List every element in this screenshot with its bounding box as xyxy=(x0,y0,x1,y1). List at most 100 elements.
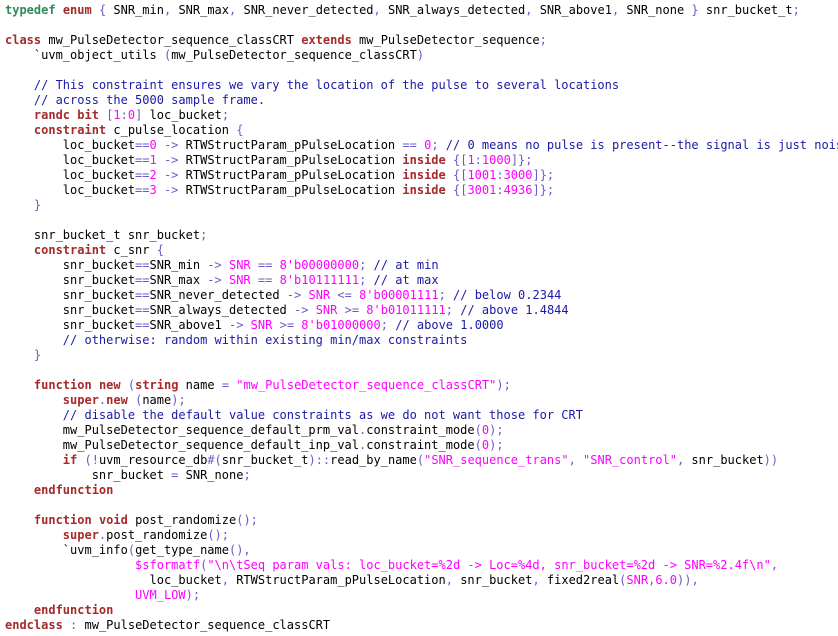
code-token-num: 1001 xyxy=(467,168,497,182)
code-token-op: #( xyxy=(207,453,222,467)
code-token-kw: endfunction xyxy=(33,483,114,497)
code-line[interactable]: snr_bucket==SNR_never_detected -> SNR <=… xyxy=(0,288,838,303)
code-line[interactable]: loc_bucket==1 -> RTWStructParam_pPulseLo… xyxy=(0,153,838,168)
code-token-plain: RTWStructParam_pPulseLocation xyxy=(185,153,403,167)
code-token-kw: super xyxy=(62,393,99,407)
code-line[interactable]: function void post_randomize(); xyxy=(0,513,838,528)
code-token-num: UVM_LOW xyxy=(135,588,186,602)
code-line[interactable] xyxy=(0,63,838,78)
code-token-op: -> xyxy=(294,303,316,317)
code-token-plain: uvm_resource_db xyxy=(98,453,208,467)
code-line[interactable]: snr_bucket==SNR_always_detected -> SNR >… xyxy=(0,303,838,318)
code-line[interactable]: `uvm_info(get_type_name(), xyxy=(0,543,838,558)
code-line[interactable]: typedef enum { SNR_min, SNR_max, SNR_nev… xyxy=(0,3,838,18)
code-token-string: "SNR_sequence_trans" xyxy=(424,453,569,467)
code-line[interactable]: class mw_PulseDetector_sequence_classCRT… xyxy=(0,33,838,48)
code-line[interactable] xyxy=(0,498,838,513)
code-line[interactable]: // This constraint ensures we vary the l… xyxy=(0,78,838,93)
code-token-plain: mw_PulseDetector_sequence_classCRT xyxy=(77,618,331,632)
code-token-op: (); xyxy=(207,528,229,542)
code-token-kw: bit xyxy=(77,108,99,122)
code-token-op: == xyxy=(135,153,150,167)
code-token-plain: snr_bucket xyxy=(452,573,533,587)
code-token-op: -> xyxy=(156,168,186,182)
code-token-kw: enum xyxy=(62,3,92,17)
code-token-plain: name xyxy=(142,393,172,407)
code-line[interactable]: endclass : mw_PulseDetector_sequence_cla… xyxy=(0,618,838,633)
code-token-num: 1000 xyxy=(481,153,511,167)
code-token-op: , xyxy=(691,573,699,587)
code-line[interactable]: snr_bucket==SNR_min -> SNR == 8'b0000000… xyxy=(0,258,838,273)
code-token-num: 3001 xyxy=(467,183,497,197)
code-line[interactable]: loc_bucket, RTWStructParam_pPulseLocatio… xyxy=(0,573,838,588)
code-line[interactable]: constraint c_snr { xyxy=(0,243,838,258)
code-token-plain: SNR_none xyxy=(178,468,244,482)
code-token-comment: // disable the default value constraints… xyxy=(5,408,583,422)
code-line[interactable]: endfunction xyxy=(0,603,838,618)
code-line[interactable]: snr_bucket = SNR_none; xyxy=(0,468,838,483)
code-token-op: -> xyxy=(228,318,251,332)
code-token-op: , xyxy=(568,453,584,467)
code-line[interactable]: UVM_LOW); xyxy=(0,588,838,603)
code-token-plain: post_randomize xyxy=(106,528,208,542)
code-token-plain: RTWStructParam_pPulseLocation xyxy=(185,138,403,152)
code-token-op: ); xyxy=(496,378,511,392)
code-token-op: -> xyxy=(286,288,309,302)
code-token-plain: mw_PulseDetector_sequence_default_prm_va… xyxy=(5,423,360,437)
code-line[interactable]: loc_bucket==0 -> RTWStructParam_pPulseLo… xyxy=(0,138,838,153)
code-token-plain: `uvm_object_utils xyxy=(5,48,164,62)
code-line[interactable]: endfunction xyxy=(0,483,838,498)
code-line[interactable]: super.post_randomize(); xyxy=(0,528,838,543)
code-line[interactable]: snr_bucket_t snr_bucket; xyxy=(0,228,838,243)
code-line[interactable]: // disable the default value constraints… xyxy=(0,408,838,423)
code-line[interactable]: mw_PulseDetector_sequence_default_prm_va… xyxy=(0,423,838,438)
code-line[interactable]: loc_bucket==2 -> RTWStructParam_pPulseLo… xyxy=(0,168,838,183)
code-line[interactable]: if (!uvm_resource_db#(snr_bucket_t)::rea… xyxy=(0,453,838,468)
code-line[interactable]: `uvm_object_utils (mw_PulseDetector_sequ… xyxy=(0,48,838,63)
code-line[interactable]: randc bit [1:0] loc_bucket; xyxy=(0,108,838,123)
code-token-op: == xyxy=(135,303,150,317)
code-token-op: ); xyxy=(489,423,504,437)
code-editor[interactable]: typedef enum { SNR_min, SNR_max, SNR_nev… xyxy=(0,0,838,636)
code-line[interactable]: } xyxy=(0,348,838,363)
code-token-plain: snr_bucket xyxy=(5,303,136,317)
code-token-op: ( xyxy=(474,438,482,452)
code-line[interactable]: $sformatf("\n\tSeq param vals: loc_bucke… xyxy=(0,558,838,573)
code-line[interactable] xyxy=(0,18,838,33)
code-line[interactable]: constraint c_pulse_location { xyxy=(0,123,838,138)
code-line[interactable]: snr_bucket==SNR_max -> SNR == 8'b1011111… xyxy=(0,273,838,288)
code-token-op: ; xyxy=(539,33,547,47)
code-line[interactable] xyxy=(0,213,838,228)
code-line[interactable]: // otherwise: random within existing min… xyxy=(0,333,838,348)
code-line[interactable]: } xyxy=(0,198,838,213)
code-line[interactable]: snr_bucket==SNR_above1 -> SNR >= 8'b0100… xyxy=(0,318,838,333)
code-token-kw: string xyxy=(135,378,179,392)
code-token-op: -> xyxy=(207,258,229,272)
code-line[interactable]: function new (string name = "mw_PulseDet… xyxy=(0,378,838,393)
code-token-plain: loc_bucket xyxy=(142,108,222,122)
code-token-kw: inside xyxy=(402,168,446,182)
code-line[interactable]: super.new (name); xyxy=(0,393,838,408)
code-line[interactable]: loc_bucket==3 -> RTWStructParam_pPulseLo… xyxy=(0,183,838,198)
code-line[interactable]: mw_PulseDetector_sequence_default_inp_va… xyxy=(0,438,838,453)
code-token-plain: SNR_above1 xyxy=(539,3,612,17)
code-token-plain: fixed2real xyxy=(539,573,620,587)
code-token-plain: SNR_max xyxy=(149,273,208,287)
code-token-op: == xyxy=(135,273,150,287)
code-token-plain: RTWStructParam_pPulseLocation xyxy=(185,183,403,197)
code-token-num: 0 xyxy=(149,138,157,152)
code-line[interactable] xyxy=(0,363,838,378)
code-token-kw: constraint xyxy=(33,243,107,257)
code-line[interactable]: // across the 5000 sample frame. xyxy=(0,93,838,108)
code-token-op: == xyxy=(135,318,150,332)
code-token-plain: get_type_name xyxy=(135,543,229,557)
